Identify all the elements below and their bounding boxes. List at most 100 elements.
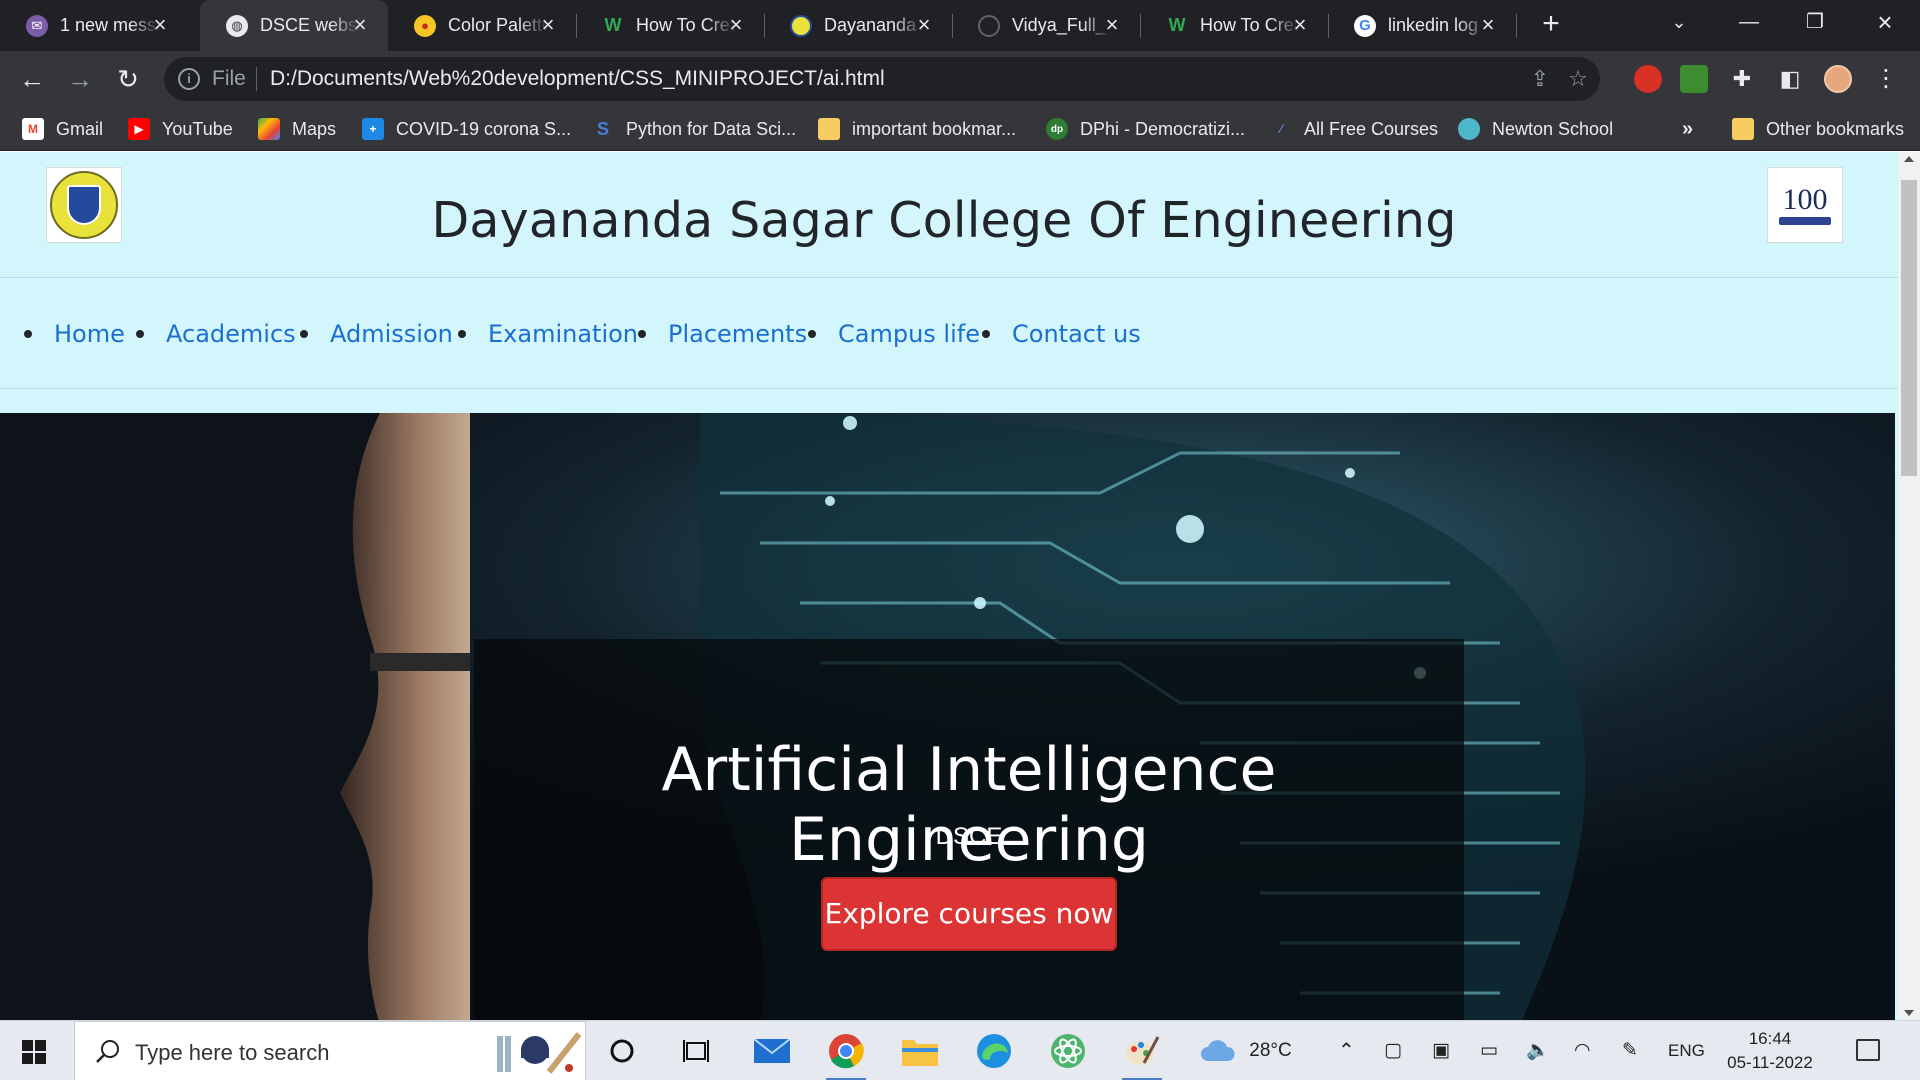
nav-link-contact-us[interactable]: Contact us (1012, 320, 1141, 348)
volume-icon[interactable]: 🔈 (1526, 1021, 1550, 1080)
new-tab-button[interactable]: + (1534, 8, 1568, 42)
scrollbar-thumb[interactable] (1901, 180, 1917, 476)
restore-icon[interactable]: ❐ (1782, 0, 1848, 46)
extension-adblock-icon[interactable] (1634, 65, 1662, 93)
share-icon[interactable]: ⇪ (1526, 65, 1554, 93)
notification-center-icon[interactable] (1856, 1039, 1880, 1061)
bookmark-youtube[interactable]: ▶ YouTube (128, 107, 233, 151)
reload-icon[interactable]: ↻ (110, 61, 146, 97)
tab-color-palette[interactable]: ● Color Palette × (388, 0, 576, 51)
centenary-logo[interactable]: 100 (1767, 167, 1843, 243)
task-view-icon[interactable] (674, 1029, 718, 1073)
taskbar-search-box[interactable]: Type here to search (74, 1021, 586, 1080)
nav-item-admission: Admission (300, 279, 453, 389)
bookmark-covid[interactable]: + COVID-19 corona S... (362, 107, 571, 151)
hero-subtitle: DSCE (935, 823, 1003, 850)
tab-title: Vidya_Full_ (1012, 15, 1106, 35)
tab-linkedin-login[interactable]: G linkedin log × (1328, 0, 1516, 51)
nav-link-placements[interactable]: Placements (668, 320, 807, 348)
windows-start-icon[interactable] (22, 1040, 46, 1064)
bookmark-python[interactable]: S Python for Data Sci... (592, 107, 796, 151)
tab-dsce-website[interactable]: ◍ DSCE website × (200, 0, 388, 51)
mail-app-icon[interactable] (750, 1029, 794, 1073)
bookmark-label: Gmail (56, 118, 104, 139)
bookmark-label: Python for Data Sci... (626, 118, 797, 139)
meet-now-icon[interactable]: ▢ (1384, 1021, 1402, 1080)
tab-search-icon[interactable]: ⌄ (1646, 0, 1712, 46)
more-bookmarks-chevron-icon[interactable]: » (1682, 107, 1693, 151)
cortana-icon[interactable] (600, 1029, 644, 1073)
scroll-down-arrow-icon[interactable] (1904, 1010, 1914, 1016)
bookmark-important[interactable]: important bookmar... (818, 107, 1016, 151)
close-tab-icon[interactable]: × (1288, 13, 1312, 37)
file-explorer-icon[interactable] (898, 1029, 942, 1073)
bookmark-other[interactable]: Other bookmarks (1732, 107, 1904, 151)
clock-date: 05-11-2022 (1727, 1053, 1813, 1072)
bookmark-label: COVID-19 corona S... (396, 118, 572, 139)
close-tab-icon[interactable]: × (912, 13, 936, 37)
menu-kebab-icon[interactable]: ⋮ (1868, 61, 1904, 97)
close-tab-icon[interactable]: × (724, 13, 748, 37)
nav-link-admission[interactable]: Admission (330, 320, 453, 348)
close-tab-icon[interactable]: × (348, 13, 372, 37)
bullet-icon (808, 330, 816, 338)
weather-widget[interactable]: 28°C (1200, 1021, 1292, 1080)
github-icon (978, 14, 1000, 37)
system-clock[interactable]: 16:44 05-11-2022 (1720, 1027, 1820, 1075)
covid-icon: + (362, 118, 384, 140)
close-window-icon[interactable]: × (1852, 0, 1918, 46)
bookmark-gmail[interactable]: M Gmail (22, 107, 103, 151)
forward-icon[interactable]: → (62, 61, 98, 97)
nav-link-academics[interactable]: Academics (166, 320, 296, 348)
chrome-app-icon[interactable] (824, 1029, 868, 1080)
close-tab-icon[interactable]: × (1100, 13, 1124, 37)
page-scrollbar[interactable] (1898, 152, 1920, 1020)
tab-how-to-create-1[interactable]: W How To Create × (576, 0, 764, 51)
nav-link-examination[interactable]: Examination (488, 320, 638, 348)
clock-time: 16:44 (1748, 1029, 1792, 1048)
edge-app-icon[interactable] (972, 1029, 1016, 1073)
close-tab-icon[interactable]: × (536, 13, 560, 37)
centenary-number: 100 (1782, 183, 1828, 216)
back-icon[interactable]: ← (14, 61, 50, 97)
bookmark-free-courses[interactable]: ⁄ All Free Courses (1270, 107, 1438, 151)
bookmark-dphi[interactable]: dp DPhi - Democratizi... (1046, 107, 1245, 151)
main-nav: Home Academics Admission Examination Pla… (0, 279, 1898, 389)
bookmark-maps[interactable]: Maps (258, 107, 336, 151)
scroll-up-arrow-icon[interactable] (1904, 156, 1914, 162)
profile-avatar[interactable] (1824, 65, 1852, 93)
network-icon[interactable]: ▣ (1432, 1021, 1450, 1080)
google-icon: G (1354, 14, 1376, 37)
college-logo-icon (790, 14, 812, 37)
tab-messages[interactable]: ✉ 1 new message × (0, 0, 188, 51)
site-header: Dayananda Sagar College Of Engineering 1… (0, 152, 1898, 278)
paint-app-icon[interactable] (1120, 1029, 1164, 1080)
bookmark-newton[interactable]: Newton School (1458, 107, 1613, 151)
language-indicator[interactable]: ENG (1668, 1021, 1705, 1080)
show-hidden-icons-chevron-icon[interactable]: ⌃ (1338, 1021, 1355, 1080)
nav-link-home[interactable]: Home (54, 320, 125, 348)
nav-link-campus-life[interactable]: Campus life (838, 320, 980, 348)
omnibox-divider (256, 67, 257, 91)
atom-app-icon[interactable] (1046, 1029, 1090, 1073)
side-panel-icon[interactable]: ◧ (1772, 61, 1808, 97)
info-icon[interactable]: i (178, 68, 200, 90)
address-bar[interactable]: i File D:/Documents/Web%20development/CS… (164, 57, 1600, 101)
close-tab-icon[interactable]: × (148, 13, 172, 37)
wifi-icon[interactable]: ◠ (1574, 1021, 1591, 1080)
tab-vidya-full[interactable]: Vidya_Full_ × (952, 0, 1140, 51)
extension-tree-icon[interactable] (1680, 65, 1708, 93)
battery-icon[interactable]: ▭ (1480, 1021, 1498, 1080)
folder-icon (818, 118, 840, 140)
bookmark-star-icon[interactable]: ☆ (1564, 65, 1592, 93)
tab-how-to-create-2[interactable]: W How To Create × (1140, 0, 1328, 51)
minimize-icon[interactable]: — (1716, 0, 1782, 46)
extensions-puzzle-icon[interactable]: ✚ (1724, 61, 1760, 97)
url-text[interactable]: D:/Documents/Web%20development/CSS_MINIP… (270, 67, 885, 91)
tab-dayananda[interactable]: Dayananda × (764, 0, 952, 51)
cricket-search-highlight-icon (497, 1032, 582, 1074)
bullet-icon (300, 330, 308, 338)
close-tab-icon[interactable]: × (1476, 13, 1500, 37)
explore-courses-button[interactable]: Explore courses now (821, 877, 1117, 951)
pen-icon[interactable]: ✎ (1622, 1021, 1638, 1080)
